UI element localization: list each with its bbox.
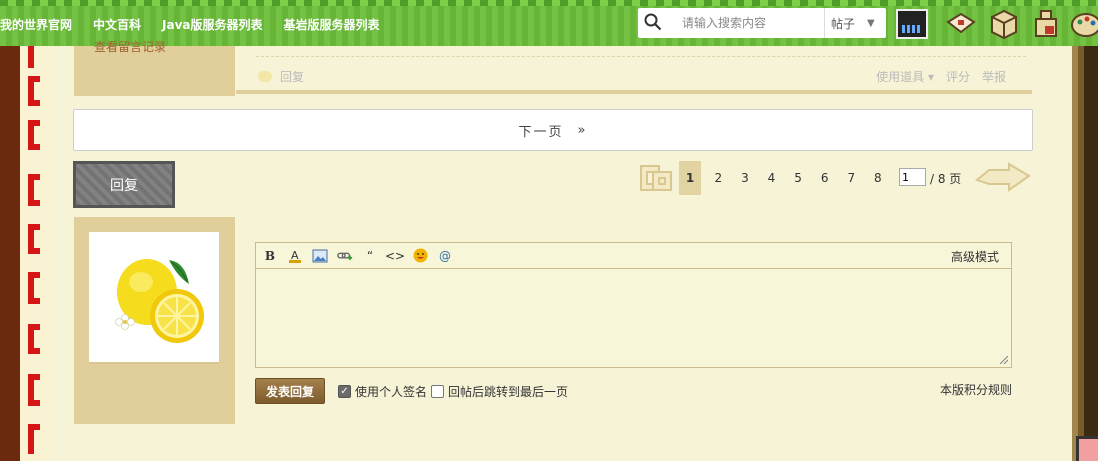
potion-bottle-icon[interactable] [1030,8,1062,40]
reply-editor: B A “ <> @ 高级模式 [255,242,1012,368]
search-scope-select[interactable]: 帖子 ▼ [824,8,886,38]
palette-icon[interactable] [1070,8,1098,40]
nav-link-minecraft-official[interactable]: 我的世界官网 [0,16,72,33]
nav-link-wiki[interactable]: 中文百科 [93,16,141,33]
use-signature-label: 使用个人签名 [355,385,428,399]
crate-box-icon[interactable] [988,8,1020,40]
user-avatar[interactable] [896,9,928,39]
code-icon[interactable]: <> [385,248,405,264]
mention-icon[interactable]: @ [437,248,453,264]
page-numbers: 1 2 3 4 5 6 7 8 [679,161,891,195]
nav-links: 我的世界官网 中文百科 Java版服务器列表 基岩版服务器列表 [0,16,401,33]
nav-link-bedrock-servers[interactable]: 基岩版服务器列表 [284,16,380,33]
page-jump-input[interactable] [899,168,926,186]
previous-post-footer: 回复 使用道具 ▾ 评分 举报 [236,46,1032,94]
page-8[interactable]: 8 [865,171,892,185]
forum-credit-rules-link[interactable]: 本版积分规则 [940,381,1012,398]
user-avatar-lemon [89,232,219,364]
jump-last-page-checkbox[interactable] [431,385,444,398]
report-link[interactable]: 举报 [982,68,1006,85]
submit-reply-button[interactable]: 发表回复 [255,378,325,404]
pink-block-decoration [1076,436,1098,461]
reply-textarea[interactable] [256,269,1011,367]
page-2[interactable]: 2 [705,171,732,185]
rate-link[interactable]: 评分 [946,68,970,85]
font-color-icon[interactable]: A [287,248,303,264]
speech-bubble-icon [258,71,272,82]
page-6[interactable]: 6 [811,171,838,185]
editor-toolbar: B A “ <> @ 高级模式 [256,243,1011,269]
jump-last-page-label: 回帖后跳转到最后一页 [448,385,569,399]
use-item-menu[interactable]: 使用道具 ▾ [876,68,934,85]
emoji-icon[interactable] [412,248,428,264]
post-tools: 使用道具 ▾ 评分 举报 [876,68,1006,85]
use-signature-option[interactable]: 使用个人签名 [338,383,427,400]
previous-post-author-column: 查看留言记录 [74,40,235,96]
use-signature-checkbox[interactable] [338,385,351,398]
jump-last-page-option[interactable]: 回帖后跳转到最后一页 [431,383,568,400]
chevron-down-icon: ▼ [867,17,875,29]
next-page-label: 下一页 [518,124,564,140]
search-icon[interactable] [644,13,662,31]
search-box: 帖子 ▼ [638,8,886,38]
double-chevron-right-icon: » [577,122,588,138]
resize-handle-icon[interactable] [1000,356,1008,364]
page-1[interactable]: 1 [679,161,701,195]
left-pixel-border-decoration [20,46,54,461]
post-reply-link[interactable]: 回复 [258,68,304,85]
left-wall-decoration [0,46,20,461]
next-page-button[interactable]: 下一页 » [73,109,1033,151]
advanced-mode-link[interactable]: 高级模式 [951,248,999,265]
page-7[interactable]: 7 [838,171,865,185]
view-messages-link[interactable]: 查看留言记录 [94,38,166,55]
nav-link-java-servers[interactable]: Java版服务器列表 [162,16,262,33]
reply-button[interactable]: 回复 [73,161,175,208]
page-5[interactable]: 5 [785,171,812,185]
search-scope-label: 帖子 [831,16,856,31]
right-wall-decoration [1072,46,1098,461]
page-4[interactable]: 4 [758,171,785,185]
bold-icon[interactable]: B [262,248,278,264]
quote-icon[interactable]: “ [362,248,378,264]
next-page-arrow-icon[interactable] [975,160,1031,196]
previous-page-arrow-icon[interactable] [637,160,677,196]
page-3[interactable]: 3 [732,171,759,185]
post-reply-label: 回复 [280,70,305,84]
reply-author-column [74,217,235,424]
link-icon[interactable] [337,248,353,264]
page-total: / 8 页 [930,172,962,186]
message-envelope-icon[interactable] [945,8,977,40]
image-icon[interactable] [312,248,328,264]
lemon-image [115,259,204,343]
